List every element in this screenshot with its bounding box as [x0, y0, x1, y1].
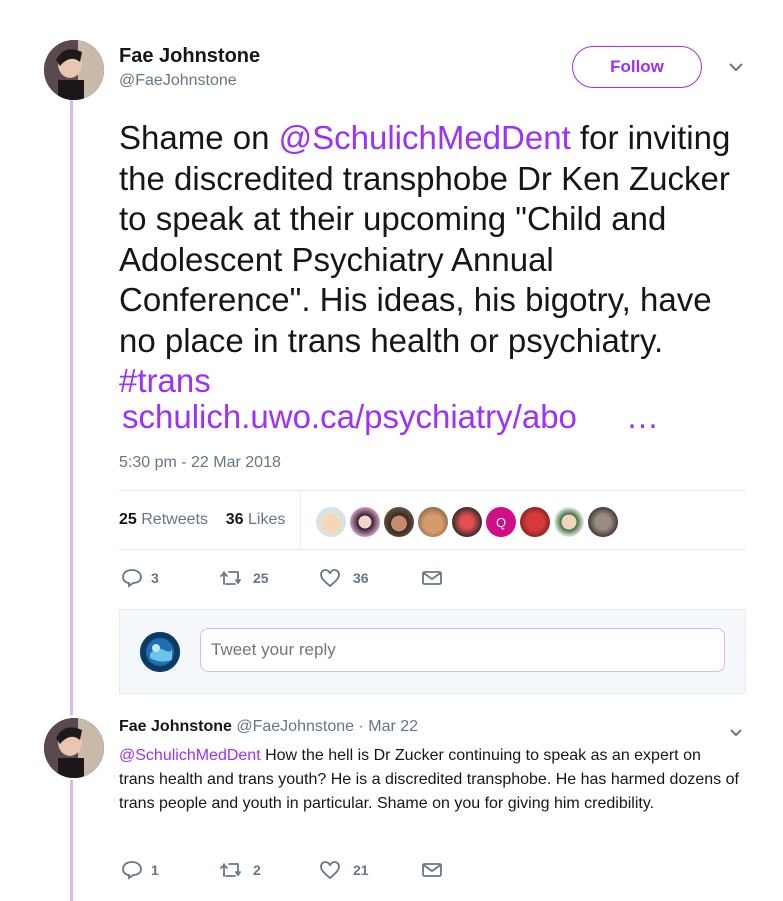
- tweet-text-part: Shame on: [119, 119, 279, 156]
- liker-avatar[interactable]: Q: [486, 507, 516, 537]
- tweet-actions: 3 25 36: [121, 568, 443, 588]
- reply-author-name[interactable]: Fae Johnstone: [119, 718, 232, 735]
- author-name[interactable]: Fae Johnstone: [119, 45, 260, 68]
- likes-label: Likes: [247, 511, 286, 528]
- divider: [119, 490, 746, 491]
- liker-avatar[interactable]: [588, 507, 618, 537]
- avatar[interactable]: [44, 718, 104, 778]
- reply-text: @SchulichMedDent How the hell is Dr Zuck…: [119, 744, 739, 816]
- dm-action[interactable]: [421, 861, 443, 879]
- dm-icon: [421, 569, 443, 587]
- tweet-text: Shame on @SchulichMedDent for inviting t…: [119, 118, 749, 402]
- divider: [300, 491, 301, 549]
- dm-icon: [421, 861, 443, 879]
- avatar[interactable]: [44, 40, 104, 100]
- reply-count: 1: [151, 862, 159, 878]
- thread-line: [70, 780, 73, 901]
- reply-count: 3: [151, 570, 159, 586]
- liker-q-icon: Q: [495, 514, 507, 530]
- reply-composer: [119, 609, 746, 694]
- avatar: [140, 632, 180, 672]
- liker-avatar[interactable]: [350, 507, 380, 537]
- reply-action[interactable]: 1: [121, 860, 219, 880]
- engagement-stats: 25 Retweets 36 Likes: [119, 511, 285, 529]
- reply-date[interactable]: Mar 22: [368, 718, 418, 735]
- liker-avatar[interactable]: [418, 507, 448, 537]
- url-ellipsis[interactable]: …: [626, 397, 659, 437]
- divider: [119, 549, 746, 550]
- reply-header: Fae Johnstone @FaeJohnstone · Mar 22: [119, 718, 418, 736]
- retweets-stat[interactable]: 25 Retweets: [119, 511, 208, 528]
- reply-icon: [121, 860, 143, 880]
- timestamp[interactable]: 5:30 pm - 22 Mar 2018: [119, 454, 281, 472]
- likes-count: 36: [225, 511, 244, 528]
- hashtag-link[interactable]: #trans: [119, 362, 211, 399]
- like-count: 36: [353, 570, 369, 586]
- like-count: 21: [353, 862, 369, 878]
- mention-link[interactable]: @SchulichMedDent: [119, 747, 261, 764]
- dm-action[interactable]: [421, 569, 443, 587]
- retweet-count: 2: [253, 862, 261, 878]
- retweet-action[interactable]: 25: [219, 568, 319, 588]
- retweet-icon: [219, 860, 245, 880]
- liker-avatar[interactable]: [452, 507, 482, 537]
- follow-button[interactable]: Follow: [572, 46, 702, 88]
- separator: ·: [354, 718, 369, 735]
- likes-stat[interactable]: 36 Likes: [226, 511, 286, 528]
- chevron-down-icon[interactable]: [729, 725, 743, 743]
- likers-avatars: Q: [316, 507, 618, 537]
- liker-avatar[interactable]: [520, 507, 550, 537]
- like-action[interactable]: 21: [319, 860, 421, 880]
- like-icon: [319, 568, 341, 588]
- reply-action[interactable]: 3: [121, 568, 219, 588]
- liker-avatar[interactable]: [554, 507, 584, 537]
- liker-avatar[interactable]: [316, 507, 346, 537]
- chevron-down-icon[interactable]: [728, 60, 744, 78]
- retweets-count: 25: [119, 511, 137, 528]
- like-icon: [319, 860, 341, 880]
- reply-author-handle[interactable]: @FaeJohnstone: [236, 718, 354, 735]
- author-handle[interactable]: @FaeJohnstone: [119, 72, 237, 90]
- reply-input[interactable]: [200, 628, 725, 672]
- reply-actions: 1 2 21: [121, 860, 443, 880]
- retweets-label: Retweets: [141, 511, 208, 528]
- retweet-icon: [219, 568, 245, 588]
- mention-link[interactable]: @SchulichMedDent: [279, 119, 571, 156]
- reply-icon: [121, 568, 143, 588]
- url-link[interactable]: schulich.uwo.ca/psychiatry/abo: [122, 397, 577, 437]
- retweet-action[interactable]: 2: [219, 860, 319, 880]
- like-action[interactable]: 36: [319, 568, 421, 588]
- retweet-count: 25: [253, 570, 269, 586]
- liker-avatar[interactable]: [384, 507, 414, 537]
- thread-line: [70, 100, 73, 715]
